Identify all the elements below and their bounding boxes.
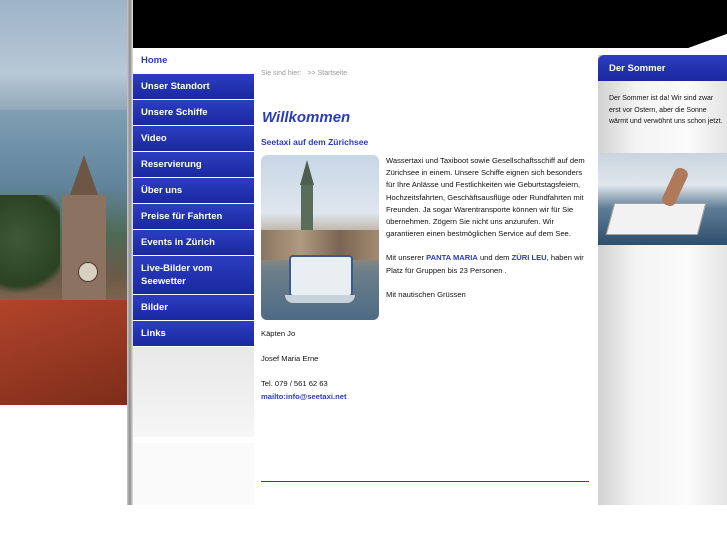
nav-item-schiffe[interactable]: Unsere Schiffe [133,100,254,126]
boat-name-panta-maria: PANTA MARIA [426,253,478,263]
content-divider [261,481,589,482]
capacity-paragraph: Mit unserer PANTA MARIA und dem ZÜRI LEU… [386,253,584,275]
nav-item-links[interactable]: Links [133,321,254,347]
nav-filler-bottom [133,443,254,505]
city-photo [0,0,132,405]
breadcrumb-current[interactable]: >> Startseite [307,70,347,77]
greeting: Mit nautischen Grüssen [386,289,466,299]
signature-nickname: Käpten Jo [261,329,296,338]
seetaxi-photo [261,155,379,320]
nav-item-preise[interactable]: Preise für Fahrten [133,204,254,230]
breadcrumb: Sie sind hier: >> Startseite [261,70,347,77]
breadcrumb-prefix: Sie sind hier: [261,70,302,77]
boat-name-zueri-leu: ZÜRI LEU [511,253,547,263]
page-subtitle: Seetaxi auf dem Zürichsee [261,137,369,147]
nav-item-reservierung[interactable]: Reservierung [133,152,254,178]
right-sidebar: Der Sommer Der Sommer ist da! Wir sind z… [598,55,727,505]
sidebar-title: Der Sommer [598,55,727,81]
intro-text: Wassertaxi und Taxiboot sowie Gesellscha… [386,155,591,313]
page-title: Willkommen [262,109,351,126]
nav-item-bilder[interactable]: Bilder [133,295,254,321]
main-content: Sie sind hier: >> Startseite Willkommen S… [254,48,598,505]
phone-number: Tel. 079 / 561 62 63 [261,379,328,388]
nav-item-live-bilder[interactable]: Live-Bilder vom Seewetter [133,256,254,295]
nav-item-home[interactable]: Home [133,48,254,74]
nav-item-standort[interactable]: Unser Standort [133,74,254,100]
summer-photo [598,153,727,245]
header-bar [133,0,727,48]
nav-item-events[interactable]: Events in Zürich [133,230,254,256]
intro-paragraph: Wassertaxi und Taxiboot sowie Gesellscha… [386,156,585,239]
nav-item-ueber-uns[interactable]: Über uns [133,178,254,204]
nav-filler [133,347,254,437]
main-nav: Home Unser Standort Unsere Schiffe Video… [133,48,254,437]
left-blank [0,405,127,505]
signature-fullname: Josef Maria Erne [261,354,319,363]
nav-item-video[interactable]: Video [133,126,254,152]
email-link[interactable]: mailto:info@seetaxi.net [261,392,346,401]
sidebar-text: Der Sommer ist da! Wir sind zwar erst vo… [609,95,723,125]
